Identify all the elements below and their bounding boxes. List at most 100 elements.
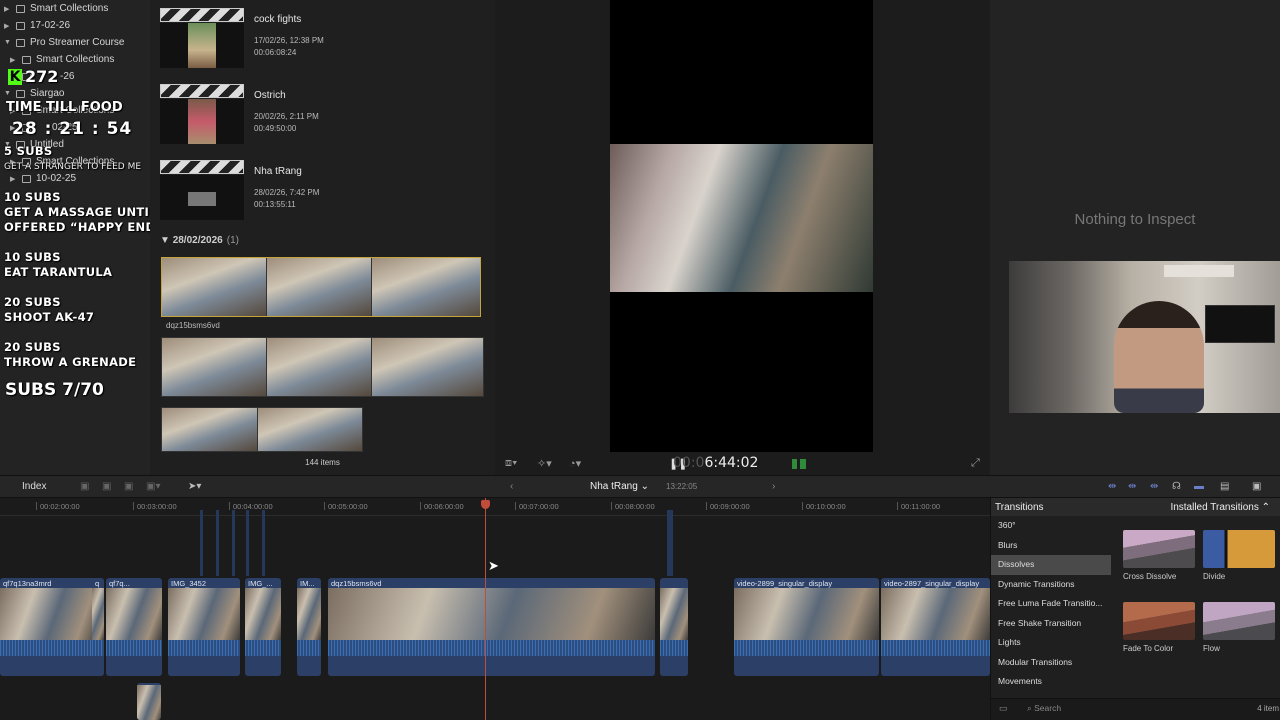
timeline-clip[interactable] <box>137 683 161 720</box>
library-item[interactable]: ▶ 10-02-25 <box>0 170 150 187</box>
category-item[interactable]: Modular Transitions <box>991 653 1111 673</box>
browser-toggle-icon[interactable]: ▣ <box>1252 481 1261 492</box>
category-item[interactable]: Free Shake Transition <box>991 614 1111 634</box>
library-item[interactable]: ▼ Pro Streamer Course <box>0 34 150 51</box>
search-placeholder: Search <box>1034 703 1062 713</box>
transition-tile[interactable]: Fade To Color <box>1123 602 1195 653</box>
filmstrip[interactable] <box>161 407 363 452</box>
category-item[interactable]: Blurs <box>991 536 1111 556</box>
speed-icon[interactable]: ◔▾ <box>569 457 581 470</box>
clip-thumbnail[interactable] <box>160 84 244 144</box>
connected-clip[interactable] <box>262 510 265 576</box>
disclosure-triangle-icon[interactable]: ▼ <box>160 235 173 246</box>
transition-tile[interactable]: Cross Dissolve <box>1123 530 1195 581</box>
category-item[interactable]: Lights <box>991 633 1111 653</box>
skimming-icon[interactable]: ⇹ <box>1128 481 1136 492</box>
enhance-icon[interactable]: ✧▾ <box>537 457 552 470</box>
category-item-selected[interactable]: Dissolves <box>991 555 1111 575</box>
forward-arrow-icon[interactable]: › <box>772 481 775 492</box>
select-tool-icon[interactable]: ➤▾ <box>188 481 201 492</box>
folder-icon <box>22 55 31 64</box>
timeline-clip[interactable]: q <box>92 578 104 676</box>
category-item[interactable]: Dynamic Transitions <box>991 575 1111 595</box>
solo-icon[interactable]: ▬ <box>1194 481 1204 492</box>
filmstrip[interactable] <box>161 337 484 397</box>
audio-meter <box>792 459 806 469</box>
clip-label: qf7q13na3mrd <box>3 579 52 588</box>
transition-tile[interactable]: Flow <box>1203 602 1275 653</box>
transitions-search[interactable]: ⌕ Search <box>1027 703 1247 717</box>
date-group-header[interactable]: ▼ 28/02/2026 (1) <box>160 235 239 246</box>
disclosure-triangle-icon[interactable]: ▶ <box>10 56 20 64</box>
index-button[interactable]: Index <box>22 481 46 492</box>
transition-name: Fade To Color <box>1123 644 1174 653</box>
project-menu[interactable]: Nha tRang ⌄ <box>590 481 649 492</box>
headphones-icon[interactable]: ☊ <box>1172 481 1181 492</box>
library-item[interactable]: ▶ Smart Collections <box>0 0 150 17</box>
disclosure-triangle-icon[interactable]: ▶ <box>10 175 20 183</box>
clip-appearance-icon[interactable]: ▤ <box>1220 481 1229 492</box>
timecode-display[interactable]: 00:06:44:02 <box>673 455 758 471</box>
transition-name: Flow <box>1203 644 1220 653</box>
disclosure-triangle-icon[interactable]: ▶ <box>4 5 14 13</box>
timeline-clip[interactable]: video-2897_singular_display <box>881 578 990 676</box>
library-item-label: -26 <box>60 71 75 82</box>
browser-clip[interactable]: Ostrich 20/02/26, 2:11 PM 00:49:50:00 <box>160 84 319 144</box>
library-item[interactable]: ▶ 17-02-26 <box>0 17 150 34</box>
snapping-icon[interactable]: ⇹ <box>1150 481 1158 492</box>
back-arrow-icon[interactable]: ‹ <box>510 481 513 492</box>
timeline-ruler[interactable]: 00:02:00:00 00:03:00:00 00:04:00:00 00:0… <box>0 498 990 516</box>
timeline-clip[interactable]: IMG_3452 <box>168 578 240 676</box>
ruler-tick: 00:04:00:00 <box>229 502 273 511</box>
category-item[interactable]: Movements <box>991 672 1111 692</box>
chevron-down-icon: ⌄ <box>640 481 649 492</box>
connected-clip[interactable] <box>216 510 219 576</box>
library-item-label: Smart Collections <box>36 54 115 65</box>
disclosure-triangle-icon[interactable]: ▼ <box>4 90 14 97</box>
clip-thumbnail[interactable] <box>160 8 244 68</box>
connected-clip[interactable] <box>246 510 249 576</box>
viewer: ⧈▾ ✧▾ ◔▾ ❚❚ 00:06:44:02 ⤢ <box>495 0 990 475</box>
timeline-clip[interactable]: IMG_... <box>245 578 281 676</box>
zoom-icon[interactable]: ⇹ <box>1108 481 1116 492</box>
date-group-label: 28/02/2026 <box>172 235 223 246</box>
connected-clip[interactable] <box>667 510 673 576</box>
timeline-clip[interactable]: qf7q... <box>106 578 162 676</box>
browser-clip[interactable]: Nha tRang 28/02/26, 7:42 PM 00:13:55:11 <box>160 160 319 220</box>
goal-subs: 20 SUBS <box>4 340 61 354</box>
connected-clip[interactable] <box>200 510 203 576</box>
timeline[interactable]: 00:02:00:00 00:03:00:00 00:04:00:00 00:0… <box>0 498 990 720</box>
connected-clip[interactable] <box>232 510 235 576</box>
timeline-clip[interactable]: IM... <box>297 578 321 676</box>
timeline-clip[interactable]: qf7q13na3mrd <box>0 578 100 676</box>
viewer-canvas[interactable] <box>610 0 873 452</box>
connect-clip-icon[interactable]: ▣ <box>80 481 89 492</box>
disclosure-triangle-icon[interactable]: ▼ <box>4 39 14 46</box>
playhead[interactable] <box>485 498 486 720</box>
food-timer-title: TIME TILL FOOD <box>6 100 123 115</box>
sidebar-toggle-icon[interactable]: ▭ <box>999 703 1008 714</box>
insert-clip-icon[interactable]: ▣ <box>102 481 111 492</box>
timeline-clip[interactable]: video-2899_singular_display <box>734 578 879 676</box>
transitions-header: Transitions Installed Transitions ⌃ <box>991 498 1280 516</box>
overwrite-clip-icon[interactable]: ▣▾ <box>146 481 160 492</box>
library-item-label: 17-02-26 <box>30 20 71 31</box>
date-group-count: (1) <box>226 235 239 246</box>
library-icon <box>16 38 25 47</box>
clip-label: q <box>95 579 100 588</box>
append-clip-icon[interactable]: ▣ <box>124 481 133 492</box>
library-item[interactable]: ▶ Smart Collections <box>0 51 150 68</box>
overlay-small-text: GET A STRANGER TO FEED ME <box>4 162 142 172</box>
clip-thumbnail[interactable] <box>160 160 244 220</box>
disclosure-triangle-icon[interactable]: ▶ <box>4 22 14 30</box>
fullscreen-icon[interactable]: ⤢ <box>971 457 980 470</box>
filmstrip[interactable] <box>161 257 481 317</box>
category-item[interactable]: 360° <box>991 516 1111 536</box>
transform-icon[interactable]: ⧈▾ <box>505 457 517 470</box>
installed-transitions-menu[interactable]: Installed Transitions ⌃ <box>1113 502 1280 513</box>
timeline-clip[interactable]: dqz15bsms6vd <box>328 578 655 676</box>
timeline-clip[interactable] <box>660 578 688 676</box>
transition-tile[interactable]: Divide <box>1203 530 1275 581</box>
category-item[interactable]: Free Luma Fade Transitio... <box>991 594 1111 614</box>
browser-clip[interactable]: cock fights 17/02/26, 12:38 PM 00:06:08:24 <box>160 8 324 68</box>
